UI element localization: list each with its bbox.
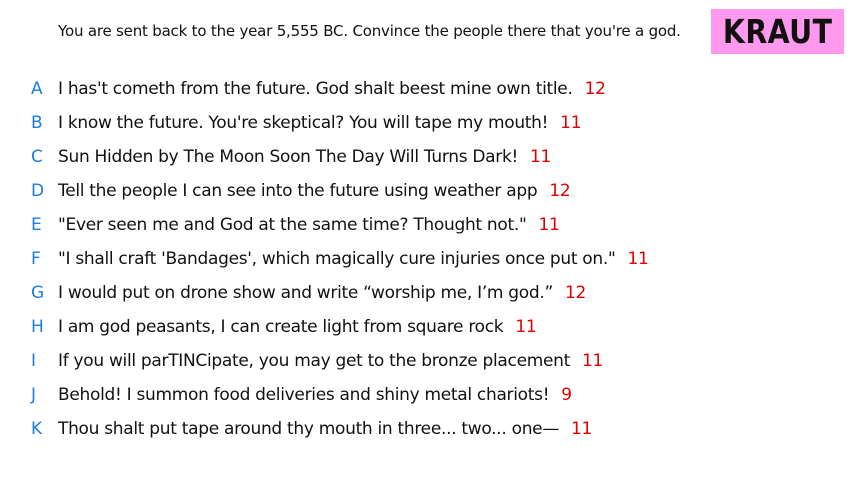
answer-text-content: I know the future. You're skeptical? You…: [58, 113, 549, 133]
answer-score: 9: [561, 385, 572, 405]
answer-text-content: Sun Hidden by The Moon Soon The Day Will…: [58, 147, 519, 167]
answer-letter: E: [31, 215, 42, 235]
answer-item: C Sun Hidden by The Moon Soon The Day Wi…: [0, 140, 853, 174]
answer-score: 11: [560, 113, 582, 133]
answer-score: 11: [515, 317, 537, 337]
answer-text-content: Tell the people I can see into the futur…: [58, 181, 538, 201]
answer-letter: F: [31, 249, 41, 269]
answer-score: 11: [582, 351, 604, 371]
answer-item: A I has't cometh from the future. God sh…: [0, 72, 853, 106]
answer-item: E "Ever seen me and God at the same time…: [0, 208, 853, 242]
answer-score: 11: [627, 249, 649, 269]
answer-letter: D: [31, 181, 45, 201]
answer-letter: C: [31, 147, 43, 167]
answer-score: 11: [530, 147, 552, 167]
answer-text-content: If you will parTINCipate, you may get to…: [58, 351, 571, 371]
answer-text: "I shall craft 'Bandages', which magical…: [58, 249, 649, 269]
answer-score: 11: [571, 419, 593, 439]
answer-text: Behold! I summon food deliveries and shi…: [58, 385, 572, 405]
player-badge: KRAUT: [711, 9, 844, 54]
answer-item: G I would put on drone show and write “w…: [0, 276, 853, 310]
answer-text: Tell the people I can see into the futur…: [58, 181, 571, 201]
answer-score: 12: [549, 181, 571, 201]
answer-letter: I: [31, 351, 37, 371]
answer-text-content: "I shall craft 'Bandages', which magical…: [58, 249, 616, 269]
answer-text: I am god peasants, I can create light fr…: [58, 317, 537, 337]
answer-item: H I am god peasants, I can create light …: [0, 310, 853, 344]
answer-item: F "I shall craft 'Bandages', which magic…: [0, 242, 853, 276]
answer-score: 12: [584, 79, 606, 99]
answer-score: 11: [538, 215, 560, 235]
answer-text: If you will parTINCipate, you may get to…: [58, 351, 603, 371]
answer-list: A I has't cometh from the future. God sh…: [0, 72, 853, 446]
answer-text-content: Thou shalt put tape around thy mouth in …: [58, 419, 560, 439]
answer-text-content: I has't cometh from the future. God shal…: [58, 79, 573, 99]
answer-score: 12: [565, 283, 587, 303]
answer-text: I know the future. You're skeptical? You…: [58, 113, 582, 133]
answer-letter: K: [31, 419, 43, 439]
answer-item: K Thou shalt put tape around thy mouth i…: [0, 412, 853, 446]
answer-item: I If you will parTINCipate, you may get …: [0, 344, 853, 378]
answer-item: J Behold! I summon food deliveries and s…: [0, 378, 853, 412]
answer-text-content: "Ever seen me and God at the same time? …: [58, 215, 527, 235]
answer-text-content: I would put on drone show and write “wor…: [58, 283, 553, 303]
answer-text: Thou shalt put tape around thy mouth in …: [58, 419, 592, 439]
answer-text-content: I am god peasants, I can create light fr…: [58, 317, 504, 337]
answer-item: D Tell the people I can see into the fut…: [0, 174, 853, 208]
answer-letter: B: [31, 113, 43, 133]
answer-letter: A: [31, 79, 43, 99]
answer-letter: G: [31, 283, 45, 303]
answer-letter: H: [31, 317, 44, 337]
answer-text: "Ever seen me and God at the same time? …: [58, 215, 560, 235]
answer-item: B I know the future. You're skeptical? Y…: [0, 106, 853, 140]
answer-text: I has't cometh from the future. God shal…: [58, 79, 606, 99]
player-badge-label: KRAUT: [722, 12, 833, 51]
answer-letter: J: [31, 385, 37, 405]
answer-text-content: Behold! I summon food deliveries and shi…: [58, 385, 550, 405]
prompt-text: You are sent back to the year 5,555 BC. …: [58, 22, 681, 40]
answer-text: I would put on drone show and write “wor…: [58, 283, 586, 303]
answer-text: Sun Hidden by The Moon Soon The Day Will…: [58, 147, 551, 167]
